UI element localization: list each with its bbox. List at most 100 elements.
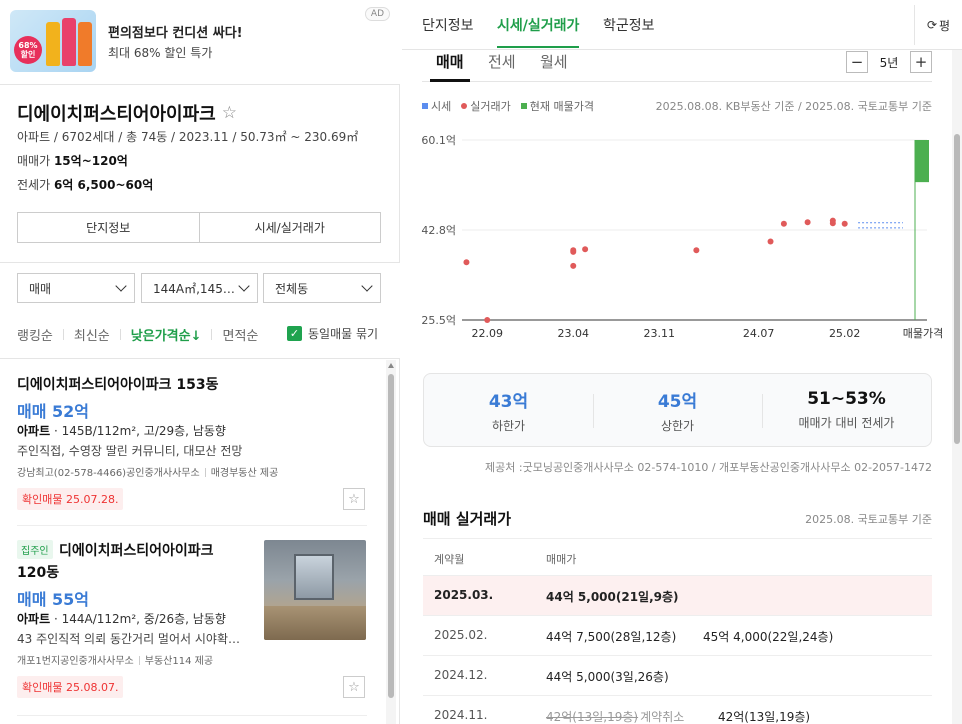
sort-options: 랭킹순 최신순 낮은가격순↓ 면적순 <box>17 325 258 344</box>
right-scrollbar[interactable] <box>952 50 962 724</box>
building-select[interactable]: 전체동 <box>263 273 381 303</box>
deals-basis: 2025.08. 국토교통부 기준 <box>805 513 932 526</box>
y-tick-label: 25.5억 <box>421 314 456 327</box>
filter-bar: 매매 144A㎡,145… 전체동 랭킹순 최신순 낮은가격순↓ 면적순 ✓ 동… <box>0 263 400 359</box>
left-scrollbar[interactable] <box>386 360 396 724</box>
unit-toggle-button[interactable]: ⟳ 평 <box>914 5 962 45</box>
price-chart[interactable]: 60.1억 42.8억 25.5억 22.09 23.04 23.11 24.07 25.02… <box>402 124 962 346</box>
stat-upper: 45억 상한가 <box>593 374 762 446</box>
star-icon[interactable]: ☆ <box>343 676 365 698</box>
list-item[interactable]: 집주인 디에이치퍼스티어아이파크 120동 매매 55억 아파트 · 144A/… <box>17 526 367 716</box>
tab-school[interactable]: 학군정보 <box>603 15 655 35</box>
y-tick-label: 60.1억 <box>421 134 456 147</box>
sort-low-price[interactable]: 낮은가격순↓ <box>131 325 202 344</box>
detail-tabs: 단지정보 시세/실거래가 학군정보 ⟳ 평 <box>402 0 962 50</box>
table-row[interactable]: 2025.02. 44억 7,500(28일,12층) 45억 4,000(22… <box>423 616 932 656</box>
complex-price-button[interactable]: 시세/실거래가 <box>198 213 381 242</box>
x-tick-label: 23.04 <box>558 327 590 340</box>
complex-jeonse-price: 전세가 6억 6,500~60억 <box>17 178 154 192</box>
scroll-up-arrow-icon[interactable] <box>388 363 394 368</box>
star-icon[interactable]: ☆ <box>343 488 365 510</box>
ad-banner[interactable]: 68% 할인 편의점보다 컨디션 싸다! 최대 68% 할인 특가 AD <box>0 0 400 85</box>
stat-ratio-value: 51~53% <box>807 389 886 409</box>
thumbnail-window <box>294 554 334 600</box>
tab-complex-info[interactable]: 단지정보 <box>422 15 474 35</box>
deal-price-2: 42억(13일,19층) <box>718 710 811 724</box>
x-tick-label: 23.11 <box>644 327 676 340</box>
table-row[interactable]: 2024.12. 44억 5,000(3일,26층) <box>423 656 932 696</box>
list-item[interactable]: 디에이치퍼스티어아이파크 153동 매매 52억 아파트 · 145B/112m… <box>17 360 367 526</box>
right-panel: 단지정보 시세/실거래가 학군정보 ⟳ 평 매매 전세 월세 − 5년 + 시세… <box>402 0 962 724</box>
deal-price-2: 45억 4,000(22일,24층) <box>703 630 834 644</box>
listing-title: 디에이치퍼스티어아이파크 153동 <box>17 377 219 393</box>
trade-type-select[interactable]: 매매 <box>17 273 135 303</box>
chart-legend: 시세 실거래가 현재 매물가격 <box>422 98 594 114</box>
subtab-sale[interactable]: 매매 <box>430 51 470 82</box>
x-tick-label: 25.02 <box>829 327 861 340</box>
group-same-listing-checkbox[interactable]: ✓ 동일매물 묶기 <box>287 325 378 342</box>
ad-bottle <box>78 22 92 66</box>
deal-point <box>693 247 700 254</box>
tab-price[interactable]: 시세/실거래가 <box>497 15 580 48</box>
deal-date: 2024.11. <box>434 708 488 722</box>
deal-date: 2025.03. <box>434 588 494 602</box>
sort-separator <box>119 329 121 340</box>
deal-price: 44억 5,000(21일,9층) <box>546 590 679 604</box>
complex-info-button[interactable]: 단지정보 <box>18 213 199 242</box>
sort-separator <box>211 329 213 340</box>
deal-point <box>570 262 577 269</box>
sort-area[interactable]: 면적순 <box>222 325 258 344</box>
complex-name: 디에이치퍼스티어아이파크 <box>17 104 216 125</box>
ad-subtitle: 최대 68% 할인 특가 <box>108 46 213 60</box>
deal-date: 2025.02. <box>434 628 488 642</box>
complex-summary: 디에이치퍼스티어아이파크 ☆ 아파트 / 6702세대 / 총 74동 / 20… <box>0 86 400 262</box>
stat-ratio: 51~53% 매매가 대비 전세가 <box>762 374 931 446</box>
table-row[interactable]: 2024.11. 42억(13일,19층) 계약취소 42억(13일,19층) <box>423 696 932 724</box>
deals-header-price: 매매가 <box>546 553 577 566</box>
sort-latest[interactable]: 최신순 <box>74 325 110 344</box>
deal-point <box>582 246 589 253</box>
provider-note: 제공처 :굿모닝공인중개사사무소 02-574-1010 / 개포부동산공인중개… <box>485 461 932 474</box>
checkmark-icon: ✓ <box>287 326 302 341</box>
trade-subtabs: 매매 전세 월세 − 5년 + <box>422 50 932 82</box>
ad-image[interactable]: 68% 할인 <box>10 10 96 72</box>
deal-point <box>767 238 774 245</box>
deal-price: 44억 7,500(28일,12층) <box>546 630 677 644</box>
listing-range-bar <box>915 140 929 183</box>
deal-date: 2024.12. <box>434 668 488 682</box>
area-select[interactable]: 144A㎡,145… <box>141 273 258 303</box>
deal-point <box>780 220 787 227</box>
period-plus-button[interactable]: + <box>910 51 932 73</box>
deal-point <box>463 259 470 266</box>
x-tick-label: 24.07 <box>743 327 775 340</box>
favorite-star-icon[interactable]: ☆ <box>222 103 237 123</box>
stat-lower-value: 43억 <box>488 391 529 412</box>
thumbnail-floor <box>264 606 366 640</box>
building-value: 전체동 <box>275 281 309 296</box>
trade-type-value: 매매 <box>29 281 52 296</box>
subtab-monthly[interactable]: 월세 <box>540 51 568 72</box>
legend-deal: 실거래가 <box>461 98 511 114</box>
subtab-jeonse[interactable]: 전세 <box>488 51 516 72</box>
scrollbar-thumb[interactable] <box>954 134 960 444</box>
confirm-badge: 확인매물 25.07.28. <box>17 488 124 510</box>
chevron-down-icon <box>115 280 127 292</box>
deals-title: 매매 실거래가 <box>423 510 512 528</box>
deal-point <box>841 220 848 227</box>
ad-bottle <box>46 22 60 66</box>
deal-point <box>804 219 811 226</box>
period-value: 5년 <box>879 55 899 70</box>
sort-separator <box>62 329 64 340</box>
scrollbar-thumb[interactable] <box>388 374 394 698</box>
group-label: 동일매물 묶기 <box>308 327 379 341</box>
x-tick-label: 22.09 <box>471 327 503 340</box>
complex-meta: 아파트 / 6702세대 / 총 74동 / 2023.11 / 50.73㎡ … <box>17 130 359 144</box>
sort-ranking[interactable]: 랭킹순 <box>17 325 53 344</box>
period-minus-button[interactable]: − <box>846 51 868 73</box>
deals-table: 계약월 매매가 2025.03. 44억 5,000(21일,9층) 2025.… <box>423 538 932 724</box>
period-control: − 5년 + <box>846 51 932 73</box>
deals-header-date: 계약월 <box>434 553 465 566</box>
listing-thumbnail[interactable] <box>264 540 366 640</box>
table-row[interactable]: 2025.03. 44억 5,000(21일,9층) <box>423 576 932 616</box>
area-value: 144A㎡,145… <box>153 281 235 296</box>
